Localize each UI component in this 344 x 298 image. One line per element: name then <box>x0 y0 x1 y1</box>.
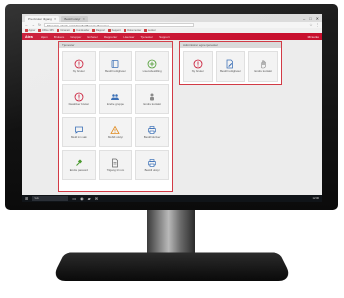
monitor: Pre-bruker tilgang ✕ Bestill utstyr ✕ – □ … <box>5 4 338 210</box>
close-icon[interactable]: ✕ <box>83 17 86 21</box>
tab-label: Bestill utstyr <box>64 17 81 21</box>
maximize-button[interactable]: □ <box>309 15 311 22</box>
nav-item[interactable]: Tjenester <box>141 35 154 39</box>
browser-tabstrip: Pre-bruker tilgang ✕ Bestill utstyr ✕ – □ … <box>22 14 322 22</box>
minimize-button[interactable]: – <box>303 15 305 22</box>
plug-icon <box>74 158 84 168</box>
tile-label: Endre passord <box>69 167 88 172</box>
os-taskbar: ⊞ Søk ▭ ◉ ▰ ✉ 12:00 <box>22 195 322 202</box>
tile-grid: Ny bruker Bestill rettigheter Endre kontak… <box>180 48 281 85</box>
bookmark[interactable]: Kundesider <box>73 29 89 32</box>
bookmark[interactable]: Office 365 <box>38 29 54 32</box>
users-icon <box>110 92 120 102</box>
tile-label: Endre gruppe <box>107 101 124 106</box>
tile-label: Mobilt utstyr <box>107 134 124 139</box>
service-tile[interactable]: Lisensbestilling <box>135 51 169 81</box>
chat-icon <box>74 125 84 135</box>
tab-label: Pre-bruker tilgang <box>28 17 52 21</box>
monitor-stand-base <box>50 252 294 282</box>
nav-item[interactable]: Support <box>159 35 170 39</box>
bookmark[interactable]: Rapport <box>92 29 105 32</box>
menu-icon[interactable]: ⋮ <box>316 23 320 27</box>
main-content: Tjenester Ny bruker Bestill rettigheter Li… <box>22 40 322 195</box>
tile-label: Endre kontakt <box>254 69 272 74</box>
tile-label: Ny bruker <box>191 69 204 74</box>
app-navbar: Atea Hjem Brukere Grupper Enheter Rappor… <box>22 33 322 40</box>
tile-label: Bestill utstyr <box>144 167 160 172</box>
back-icon[interactable]: ← <box>25 23 29 27</box>
tile-label: Endre kontakt <box>143 101 161 106</box>
url-input[interactable]: https://cp.ofsafe.no/AdminSelfService/Se… <box>43 22 194 28</box>
monitor-stand-neck <box>147 210 195 254</box>
printer-icon <box>147 125 157 135</box>
service-tile[interactable]: Bestill rettigheter <box>215 51 246 82</box>
services-panel: Tjenester Ny bruker Bestill rettigheter Li… <box>58 41 173 192</box>
document-icon <box>110 158 120 168</box>
plus-circle-icon <box>147 59 157 69</box>
service-tile[interactable]: Endre gruppe <box>98 84 133 114</box>
book-icon <box>110 59 120 69</box>
close-icon[interactable]: ✕ <box>54 17 57 21</box>
person-icon <box>147 92 157 102</box>
close-window-button[interactable]: ✕ <box>316 15 319 22</box>
brand-logo[interactable]: Atea <box>25 35 33 39</box>
service-tile[interactable]: Endre kontakt <box>135 84 169 114</box>
tile-label: Tilgang til rom <box>106 167 125 172</box>
window-controls: – □ ✕ <box>303 15 322 22</box>
nav-item[interactable]: Rapporter <box>104 35 117 39</box>
service-tile[interactable]: Ny bruker <box>62 51 96 81</box>
browser-icon[interactable]: ◉ <box>80 195 84 202</box>
clock: 12:00 <box>312 197 320 200</box>
reload-icon[interactable]: ↻ <box>38 23 41 27</box>
service-tile[interactable]: Mobilt utstyr <box>98 117 133 147</box>
tile-label: Ny bruker <box>72 68 85 73</box>
hand-icon <box>258 59 268 69</box>
document-edit-icon <box>225 59 235 69</box>
tile-grid: Ny bruker Bestill rettigheter Lisensbestil… <box>59 48 172 183</box>
mail-icon[interactable]: ✉ <box>95 195 98 202</box>
service-tile[interactable]: Ny bruker <box>183 51 213 82</box>
service-tile[interactable]: Bestill skriver <box>135 117 169 147</box>
service-tile[interactable]: Bestill rettigheter <box>98 51 133 81</box>
tile-label: Bestill rettigheter <box>105 68 126 73</box>
nav-item[interactable]: Enheter <box>87 35 98 39</box>
service-tile[interactable]: Bestill utstyr <box>135 150 169 180</box>
printer-icon <box>147 158 157 168</box>
taskview-icon[interactable]: ▭ <box>72 195 76 202</box>
bookmark[interactable]: Intranett <box>57 29 70 32</box>
info-icon <box>74 59 84 69</box>
folder-icon[interactable]: ▰ <box>88 195 91 202</box>
tile-label: Bestill rettigheter <box>220 69 241 74</box>
photo-stage: Pre-bruker tilgang ✕ Bestill utstyr ✕ – □ … <box>0 0 344 298</box>
nav-item[interactable]: Grupper <box>70 35 81 39</box>
star-icon[interactable]: ☆ <box>309 23 312 27</box>
service-tile[interactable]: Meld inn sak <box>62 117 96 147</box>
service-tile[interactable]: Deaktiver bruker <box>62 84 96 114</box>
screen: Pre-bruker tilgang ✕ Bestill utstyr ✕ – □ … <box>22 14 322 195</box>
bookmark[interactable]: Support <box>108 29 121 32</box>
service-tile[interactable]: Endre kontakt <box>248 51 278 82</box>
tile-label: Deaktiver bruker <box>68 101 90 106</box>
tile-label: Meld inn sak <box>70 134 87 139</box>
address-actions: ☆ ⋮ <box>309 23 319 27</box>
tile-label: Bestill skriver <box>143 134 161 139</box>
info-icon <box>193 59 203 69</box>
info-icon <box>74 92 84 102</box>
bookmark[interactable]: Apper <box>25 29 36 32</box>
user-account-link[interactable]: Mi konto <box>308 35 319 39</box>
bookmark[interactable]: Dokumenter <box>124 29 141 32</box>
bookmark[interactable]: Lenker <box>144 29 156 32</box>
service-tile[interactable]: Endre passord <box>62 150 96 180</box>
tile-label: Lisensbestilling <box>142 68 162 73</box>
forward-icon[interactable]: → <box>32 23 36 27</box>
taskbar-search[interactable]: Søk <box>32 196 69 201</box>
self-service-panel: Administrer egne tjenester Ny bruker Best… <box>179 41 282 85</box>
windows-start-icon[interactable]: ⊞ <box>25 195 28 202</box>
service-tile[interactable]: Tilgang til rom <box>98 150 133 180</box>
nav-item[interactable]: Brukere <box>54 35 65 39</box>
nav-item[interactable]: Hjem <box>41 35 48 39</box>
nav-item[interactable]: Lisenser <box>123 35 134 39</box>
warning-icon <box>110 125 121 135</box>
